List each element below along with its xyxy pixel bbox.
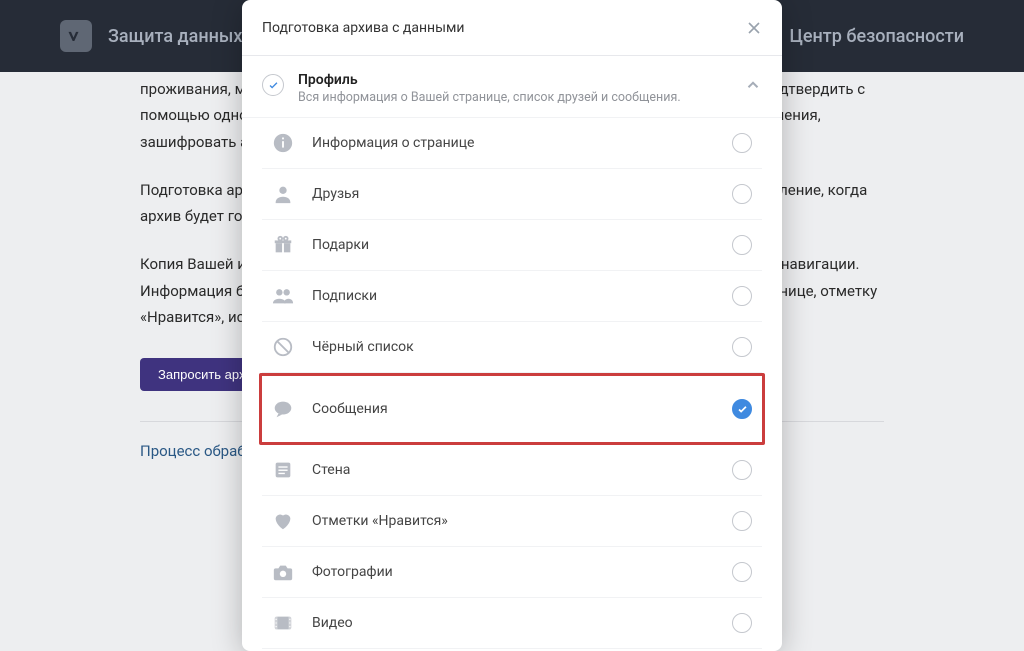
chevron-up-icon: [744, 76, 762, 94]
info-icon: [272, 132, 294, 154]
section-check-icon: [262, 74, 284, 96]
wall-icon: [272, 459, 294, 481]
option-row-camera[interactable]: Фотографии: [262, 547, 762, 598]
option-label: Отметки «Нравится»: [312, 513, 714, 529]
video-icon: [272, 612, 294, 634]
option-row-people[interactable]: Подписки: [262, 271, 762, 322]
option-row-person[interactable]: Друзья: [262, 169, 762, 220]
section-title: Профиль: [298, 72, 730, 88]
option-label: Информация о странице: [312, 135, 714, 151]
option-radio[interactable]: [732, 562, 752, 582]
section-description: Вся информация о Вашей странице, список …: [298, 90, 730, 105]
archive-modal: Подготовка архива с данными Профиль Вся …: [242, 0, 782, 651]
option-radio[interactable]: [732, 184, 752, 204]
option-row-wall[interactable]: Стена: [262, 445, 762, 496]
option-row-info[interactable]: Информация о странице: [262, 118, 762, 169]
people-icon: [272, 285, 294, 307]
option-list: Информация о странице Друзья Подарки Подпис…: [242, 118, 782, 651]
option-radio[interactable]: [732, 133, 752, 153]
option-radio[interactable]: [732, 286, 752, 306]
camera-icon: [272, 561, 294, 583]
option-label: Стена: [312, 462, 714, 478]
close-icon[interactable]: [746, 20, 762, 36]
modal-title: Подготовка архива с данными: [262, 20, 464, 36]
option-row-chat[interactable]: Сообщения: [259, 373, 765, 445]
option-radio[interactable]: [732, 460, 752, 480]
heart-icon: [272, 510, 294, 532]
header-security-link[interactable]: Центр безопасности: [789, 26, 964, 47]
vk-logo[interactable]: [60, 20, 92, 52]
option-row-gift[interactable]: Подарки: [262, 220, 762, 271]
section-profile-row[interactable]: Профиль Вся информация о Вашей странице,…: [242, 56, 782, 118]
chat-icon: [272, 398, 294, 420]
person-icon: [272, 183, 294, 205]
option-label: Сообщения: [312, 401, 714, 417]
option-label: Видео: [312, 615, 714, 631]
option-radio[interactable]: [732, 511, 752, 531]
option-row-heart[interactable]: Отметки «Нравится»: [262, 496, 762, 547]
option-label: Друзья: [312, 186, 714, 202]
option-radio[interactable]: [732, 399, 752, 419]
option-radio[interactable]: [732, 235, 752, 255]
option-radio[interactable]: [732, 613, 752, 633]
option-radio[interactable]: [732, 337, 752, 357]
option-label: Подписки: [312, 288, 714, 304]
option-label: Чёрный список: [312, 339, 714, 355]
option-row-block[interactable]: Чёрный список: [262, 322, 762, 373]
gift-icon: [272, 234, 294, 256]
option-label: Фотографии: [312, 564, 714, 580]
option-row-video[interactable]: Видео: [262, 598, 762, 649]
header-section-title: Защита данных: [108, 26, 242, 47]
block-icon: [272, 336, 294, 358]
modal-header: Подготовка архива с данными: [242, 0, 782, 56]
option-label: Подарки: [312, 237, 714, 253]
